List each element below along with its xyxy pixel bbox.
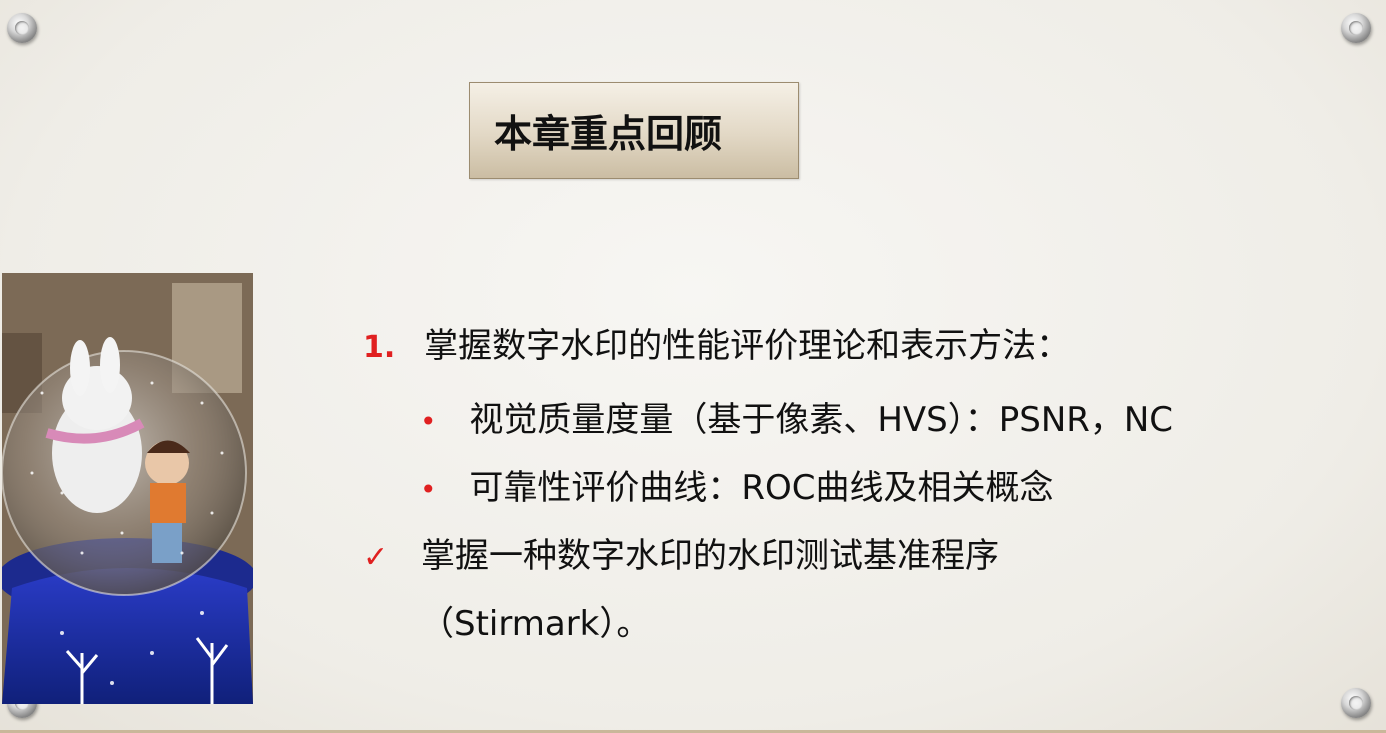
item-text: 可靠性评价曲线：ROC曲线及相关概念 (469, 468, 1054, 508)
list-item: • 可靠性评价曲线：ROC曲线及相关概念 (420, 460, 1053, 509)
grommet-top-left-icon (7, 13, 37, 43)
check-icon: ✓ (363, 540, 389, 575)
list-item: 1. 掌握数字水印的性能评价理论和表示方法： (363, 318, 1070, 367)
snow-globe-photo (2, 273, 253, 704)
list-item-continuation: （Stirmark）。 (420, 596, 650, 645)
bullet-icon: • (420, 405, 437, 438)
grommet-top-right-icon (1341, 13, 1371, 43)
title-box: 本章重点回顾 (469, 82, 799, 179)
slide-title: 本章重点回顾 (494, 112, 723, 156)
list-item: • 视觉质量度量（基于像素、HVS）：PSNR，NC (420, 392, 1173, 441)
grommet-bottom-right-icon (1341, 688, 1371, 718)
bullet-icon: • (420, 473, 437, 506)
slide: 本章重点回顾 1. 掌握数字水印的性能评价理论和表示方法： • 视觉质量度量（基… (0, 0, 1386, 733)
item-text: （Stirmark）。 (420, 604, 651, 644)
item-number: 1. (363, 330, 396, 365)
item-text: 视觉质量度量（基于像素、HVS）：PSNR，NC (469, 400, 1174, 440)
item-text: 掌握一种数字水印的水印测试基准程序 (420, 536, 999, 576)
list-item: ✓ 掌握一种数字水印的水印测试基准程序 (363, 528, 999, 577)
item-text: 掌握数字水印的性能评价理论和表示方法： (424, 326, 1071, 366)
snow-globe-illustration (2, 273, 253, 704)
